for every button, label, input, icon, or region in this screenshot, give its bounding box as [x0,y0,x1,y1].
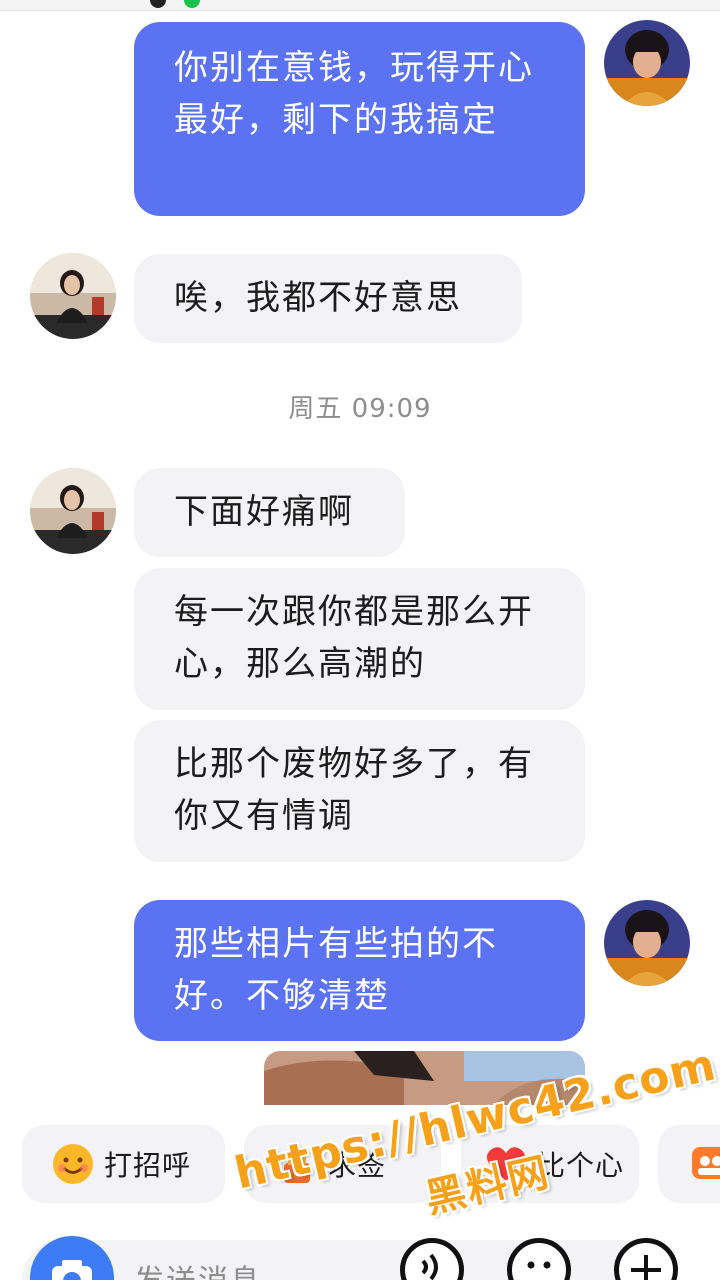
emoji-face-icon [527,1261,551,1269]
fortune-stick-icon [284,1145,310,1183]
message-text: 每一次跟你都是那么开心，那么高潮的 [174,592,534,684]
message-text: 下面好痛啊 [174,492,354,532]
greet-chip[interactable]: 打招呼 [22,1125,225,1203]
heart-icon [486,1147,526,1181]
heart-chip[interactable]: 比个心 [461,1125,639,1203]
camera-icon [52,1260,92,1280]
my-message-bubble[interactable]: 那些相片有些拍的不好。不够清楚 [134,900,585,1041]
message-text: 唉，我都不好意思 [174,278,462,318]
their-message-bubble[interactable]: 每一次跟你都是那么开心，那么高潮的 [134,568,585,710]
contact-avatar[interactable] [30,253,116,339]
voice-button[interactable] [400,1238,464,1280]
photo-message[interactable] [264,1051,585,1105]
smile-emoji-icon [53,1144,93,1184]
chip-label: 求签 [328,1149,387,1182]
voice-icon [421,1253,438,1280]
their-message-bubble[interactable]: 下面好痛啊 [134,468,405,557]
message-input-bar: 发送消息 [0,1226,720,1280]
group-chat-icon [692,1147,720,1179]
message-text: 比那个废物好多了，有你又有情调 [174,744,534,836]
message-text: 那些相片有些拍的不好。不够清楚 [174,924,498,1016]
their-message-bubble[interactable]: 比那个废物好多了，有你又有情调 [134,720,585,862]
group-chip[interactable] [658,1125,720,1203]
quick-action-bar: 打招呼 求签 比个心 [0,1105,720,1225]
timestamp: 周五 09:09 [288,394,432,424]
fortune-chip[interactable]: 求签 [244,1125,441,1203]
message-input-placeholder: 发送消息 [134,1256,262,1280]
status-dot-icon [150,0,166,8]
their-message-bubble[interactable]: 唉，我都不好意思 [134,254,522,343]
my-avatar[interactable] [604,900,690,986]
online-dot-icon [184,0,200,8]
chip-label: 打招呼 [104,1149,192,1182]
chip-label: 比个心 [537,1149,625,1182]
chat-screen: 你别在意钱，玩得开心最好，剩下的我搞定 唉，我都不好意思 周五 09:09 下面… [0,0,720,1280]
camera-button[interactable] [30,1236,114,1280]
message-text: 你别在意钱，玩得开心最好，剩下的我搞定 [174,48,534,140]
top-edge [0,0,720,11]
contact-avatar[interactable] [30,468,116,554]
emoji-button[interactable] [507,1238,571,1280]
plus-icon [631,1255,661,1280]
my-avatar[interactable] [604,20,690,106]
more-button[interactable] [614,1238,678,1280]
my-message-bubble[interactable]: 你别在意钱，玩得开心最好，剩下的我搞定 [134,22,585,216]
